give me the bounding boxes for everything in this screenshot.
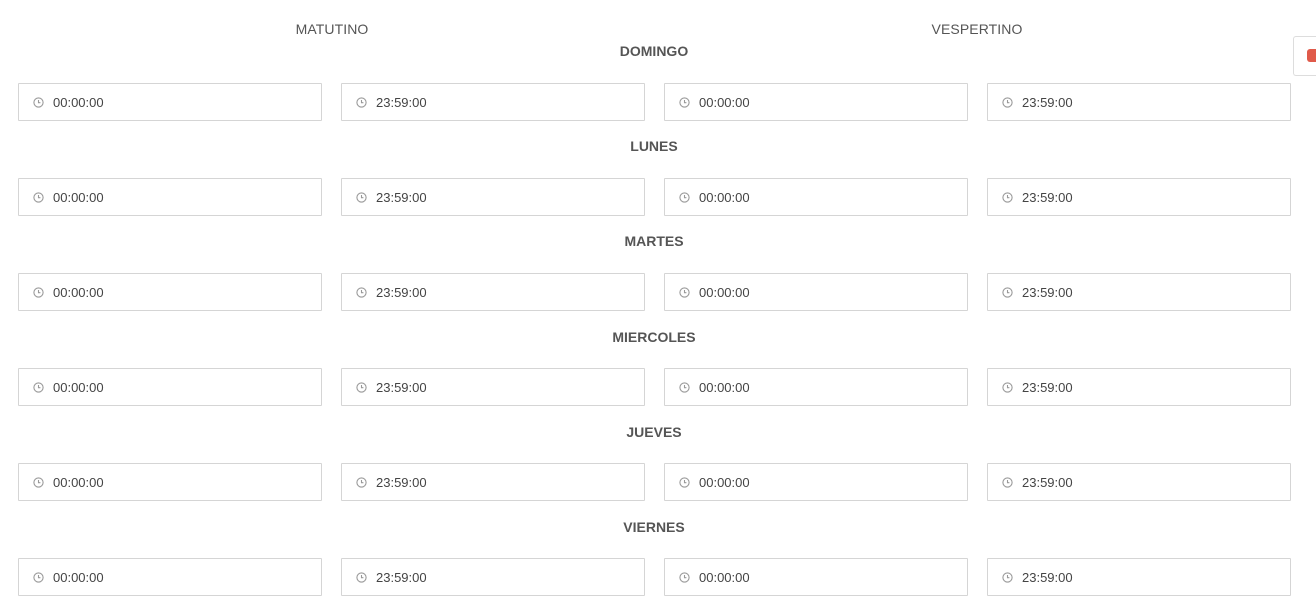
time-value: 00:00:00 [699,189,750,205]
time-value: 23:59:00 [1022,94,1073,110]
clock-icon [679,381,690,393]
evening-start-time-input[interactable]: 00:00:00 [664,178,968,216]
time-value: 00:00:00 [699,379,750,395]
time-value: 00:00:00 [53,569,104,585]
clock-icon [356,191,367,203]
clock-icon [356,381,367,393]
day-title-miercoles: MIERCOLES [612,329,696,345]
morning-end-time-input[interactable]: 23:59:00 [341,463,645,501]
clock-icon [679,476,690,488]
clock-icon [33,476,44,488]
day-title-martes: MARTES [624,233,684,249]
clock-icon [1002,191,1013,203]
evening-end-time-input[interactable]: 23:59:00 [987,273,1291,311]
day-row-lunes: 00:00:00 23:59:00 00:00:00 23:59:00 [18,178,1291,216]
time-value: 23:59:00 [376,474,427,490]
day-title-jueves: JUEVES [626,424,682,440]
clock-icon [33,96,44,108]
day-title-lunes: LUNES [630,138,678,154]
evening-start-time-input[interactable]: 00:00:00 [664,368,968,406]
day-row-miercoles: 00:00:00 23:59:00 00:00:00 23:59:00 [18,368,1291,406]
day-row-viernes: 00:00:00 23:59:00 00:00:00 23:59:00 [18,558,1291,596]
evening-end-time-input[interactable]: 23:59:00 [987,558,1291,596]
clock-icon [356,96,367,108]
clock-icon [679,571,690,583]
evening-start-time-input[interactable]: 00:00:00 [664,273,968,311]
morning-end-time-input[interactable]: 23:59:00 [341,273,645,311]
morning-start-time-input[interactable]: 00:00:00 [18,83,322,121]
morning-start-time-input[interactable]: 00:00:00 [18,178,322,216]
time-value: 23:59:00 [1022,474,1073,490]
time-value: 23:59:00 [376,569,427,585]
time-value: 23:59:00 [1022,569,1073,585]
day-title-domingo: DOMINGO [619,43,689,59]
time-value: 23:59:00 [376,189,427,205]
evening-start-time-input[interactable]: 00:00:00 [664,463,968,501]
clock-icon [1002,381,1013,393]
clock-icon [1002,96,1013,108]
evening-end-time-input[interactable]: 23:59:00 [987,83,1291,121]
clock-icon [356,476,367,488]
clock-icon [1002,571,1013,583]
day-row-jueves: 00:00:00 23:59:00 00:00:00 23:59:00 [18,463,1291,501]
time-value: 23:59:00 [1022,189,1073,205]
morning-start-time-input[interactable]: 00:00:00 [18,273,322,311]
clock-icon [33,286,44,298]
time-value: 00:00:00 [53,474,104,490]
morning-start-time-input[interactable]: 00:00:00 [18,558,322,596]
time-value: 00:00:00 [53,94,104,110]
evening-end-time-input[interactable]: 23:59:00 [987,178,1291,216]
morning-end-time-input[interactable]: 23:59:00 [341,178,645,216]
morning-end-time-input[interactable]: 23:59:00 [341,368,645,406]
time-value: 00:00:00 [699,284,750,300]
clock-icon [33,571,44,583]
time-value: 23:59:00 [1022,284,1073,300]
evening-start-time-input[interactable]: 00:00:00 [664,558,968,596]
evening-shift-header: VESPERTINO [931,21,1023,37]
clock-icon [679,191,690,203]
time-value: 23:59:00 [376,94,427,110]
clock-icon [1002,286,1013,298]
time-value: 00:00:00 [53,189,104,205]
evening-end-time-input[interactable]: 23:59:00 [987,463,1291,501]
time-value: 00:00:00 [699,94,750,110]
morning-end-time-input[interactable]: 23:59:00 [341,558,645,596]
time-value: 00:00:00 [53,379,104,395]
clock-icon [33,381,44,393]
morning-shift-header: MATUTINO [295,21,369,37]
clock-icon [1002,476,1013,488]
day-row-domingo: 00:00:00 23:59:00 00:00:00 23:59:00 [18,83,1291,121]
clock-icon [679,96,690,108]
morning-start-time-input[interactable]: 00:00:00 [18,368,322,406]
clock-icon [679,286,690,298]
time-value: 00:00:00 [699,474,750,490]
evening-end-time-input[interactable]: 23:59:00 [987,368,1291,406]
evening-start-time-input[interactable]: 00:00:00 [664,83,968,121]
morning-start-time-input[interactable]: 00:00:00 [18,463,322,501]
time-value: 23:59:00 [376,379,427,395]
day-title-viernes: VIERNES [623,519,685,535]
time-value: 23:59:00 [1022,379,1073,395]
time-value: 00:00:00 [699,569,750,585]
day-row-martes: 00:00:00 23:59:00 00:00:00 23:59:00 [18,273,1291,311]
morning-end-time-input[interactable]: 23:59:00 [341,83,645,121]
notification-badge-icon [1307,49,1316,62]
clock-icon [33,191,44,203]
clock-icon [356,571,367,583]
time-value: 23:59:00 [376,284,427,300]
clock-icon [356,286,367,298]
time-value: 00:00:00 [53,284,104,300]
